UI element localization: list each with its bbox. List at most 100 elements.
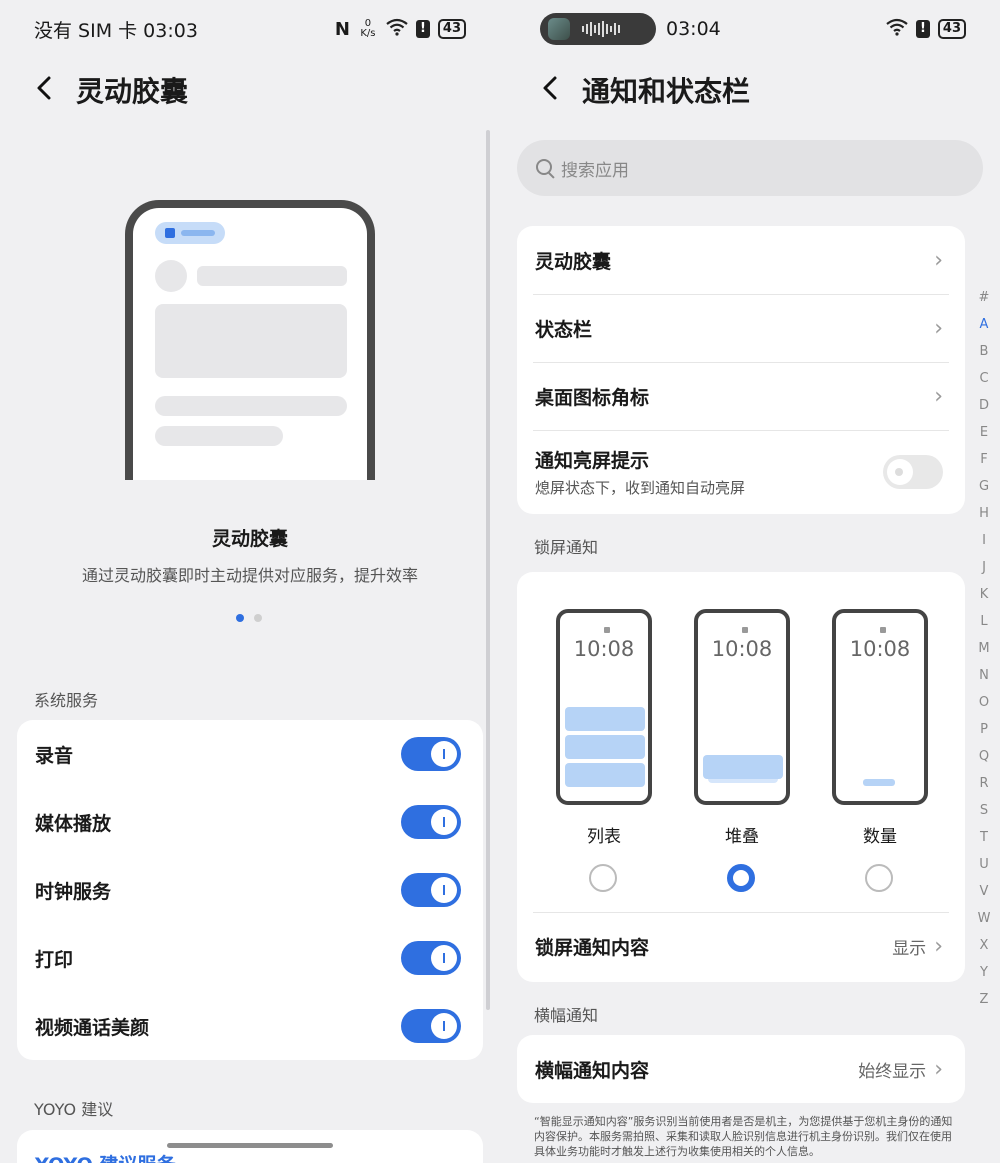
alphabet-index-letter[interactable]: S [980,797,988,824]
alphabet-index-letter[interactable]: G [979,473,989,500]
item-label: 锁屏通知内容 [535,936,650,959]
alphabet-index-letter[interactable]: C [979,365,988,392]
status-icons: ! 43 [886,18,966,41]
preview-clock: 10:08 [849,637,911,661]
back-button[interactable] [34,70,54,110]
list-item[interactable]: 时钟服务 [35,872,461,908]
banner-card: 横幅通知内容 始终显示 › [517,1035,965,1103]
list-item[interactable]: 录音 [35,736,461,772]
radio-list[interactable] [589,864,617,892]
capsule-app-icon [548,18,570,40]
alphabet-index-letter[interactable]: I [982,527,986,554]
alphabet-index-letter[interactable]: D [979,392,989,419]
home-indicator[interactable] [167,1143,333,1148]
radio-stack[interactable] [727,864,755,892]
chevron-left-icon [37,76,51,100]
carrier-time: 没有 SIM 卡 03:03 [34,19,198,42]
alphabet-index-letter[interactable]: # [979,284,990,311]
chevron-right-icon: › [934,1056,943,1082]
live-capsule[interactable] [540,13,656,45]
status-left: 03:04 [540,13,721,45]
illustration-capsule [155,222,225,244]
toggle-switch[interactable] [401,1009,461,1043]
list-item[interactable]: 媒体播放 [35,804,461,840]
toggle-switch[interactable] [883,455,943,489]
scrollbar[interactable] [486,130,490,1010]
mode-preview-list[interactable]: 10:08 [556,609,652,805]
page-title: 通知和状态栏 [582,75,751,108]
alphabet-index-letter[interactable]: W [978,905,991,932]
section-label-banner: 横幅通知 [534,1006,599,1025]
item-label: 打印 [35,948,74,971]
toggle-switch[interactable] [401,737,461,771]
alphabet-index-letter[interactable]: F [980,446,987,473]
toggle-switch[interactable] [401,805,461,839]
menu-item-capsule[interactable]: 灵动胶囊 › [535,242,943,278]
page-indicator[interactable] [236,614,262,622]
radio-count[interactable] [865,864,893,892]
alphabet-index-letter[interactable]: E [980,419,988,446]
menu-item-status-bar[interactable]: 状态栏 › [535,310,943,346]
back-button[interactable] [540,70,560,110]
toggle-switch[interactable] [401,941,461,975]
alphabet-index[interactable]: # A B C D E F G H I J K L M N O P Q R S T U V W X Y Z [976,284,992,1013]
yoyo-service-link[interactable]: YOYO 建议服务 [35,1150,175,1163]
menu-item-wake-screen[interactable]: 通知亮屏提示 熄屏状态下，收到通知自动亮屏 [535,444,943,500]
battery-icon: 43 [437,19,466,39]
alphabet-index-letter[interactable]: Y [980,959,988,986]
intro-title: 灵动胶囊 [211,528,288,550]
alert-icon: ! [915,20,930,38]
alphabet-index-letter[interactable]: U [979,851,989,878]
item-subtitle: 熄屏状态下，收到通知自动亮屏 [535,479,746,497]
alphabet-index-letter[interactable]: O [979,689,989,716]
item-label: 时钟服务 [35,880,112,903]
menu-item-lock-content[interactable]: 锁屏通知内容 显示 › [535,928,943,964]
alphabet-index-letter[interactable]: J [982,554,986,581]
list-item[interactable]: 打印 [35,940,461,976]
chevron-right-icon: › [934,315,943,341]
system-services-card: 录音 媒体播放 时钟服务 打印 视频通话美颜 [17,720,483,1060]
alphabet-index-letter[interactable]: X [980,932,989,959]
toggle-switch[interactable] [401,873,461,907]
item-label: 通知亮屏提示 [535,450,650,472]
alphabet-index-letter[interactable]: M [978,635,989,662]
alphabet-index-letter[interactable]: B [980,338,989,365]
alphabet-index-letter[interactable]: P [980,716,988,743]
item-value: 显示 › [892,934,943,959]
nfc-icon: N [334,18,350,40]
item-value: 始终显示 › [858,1057,943,1082]
alphabet-index-letter[interactable]: Z [980,986,989,1013]
search-icon [535,158,555,178]
page-dot [254,614,262,622]
audio-wave-icon [582,21,620,37]
clock: 03:04 [666,18,721,40]
alphabet-index-letter[interactable]: L [980,608,987,635]
menu-item-badge[interactable]: 桌面图标角标 › [535,378,943,414]
preview-clock: 10:08 [711,637,773,661]
alphabet-index-letter[interactable]: K [980,581,989,608]
item-label: 灵动胶囊 [535,250,612,273]
list-item[interactable]: 视频通话美颜 [35,1008,461,1044]
left-screen: 没有 SIM 卡 03:03 N 0 K/s ! 43 灵动胶囊 灵动胶囊 通过… [0,0,500,1163]
battery-icon: 43 [937,19,966,39]
alphabet-index-letter[interactable]: R [979,770,988,797]
section-label-lock: 锁屏通知 [534,538,599,557]
page-header: 通知和状态栏 [540,70,750,110]
page-title: 灵动胶囊 [76,75,189,108]
status-bar: 没有 SIM 卡 03:03 N 0 K/s ! 43 [34,14,466,44]
mode-preview-stack[interactable]: 10:08 [694,609,790,805]
section-label-yoyo: YOYO 建议 [34,1100,114,1119]
mode-preview-count[interactable]: 10:08 [832,609,928,805]
mode-label: 堆叠 [725,827,759,847]
alphabet-index-letter[interactable]: Q [979,743,989,770]
alphabet-index-letter[interactable]: A [980,311,989,338]
alphabet-index-letter[interactable]: T [980,824,988,851]
alphabet-index-letter[interactable]: V [980,878,989,905]
network-speed: 0 K/s [360,18,376,39]
section-label-system: 系统服务 [34,691,99,710]
preview-clock: 10:08 [573,637,635,661]
alphabet-index-letter[interactable]: H [979,500,989,527]
alphabet-index-letter[interactable]: N [979,662,989,689]
menu-item-banner-content[interactable]: 横幅通知内容 始终显示 › [535,1051,943,1087]
search-input[interactable]: 搜索应用 [517,140,983,196]
